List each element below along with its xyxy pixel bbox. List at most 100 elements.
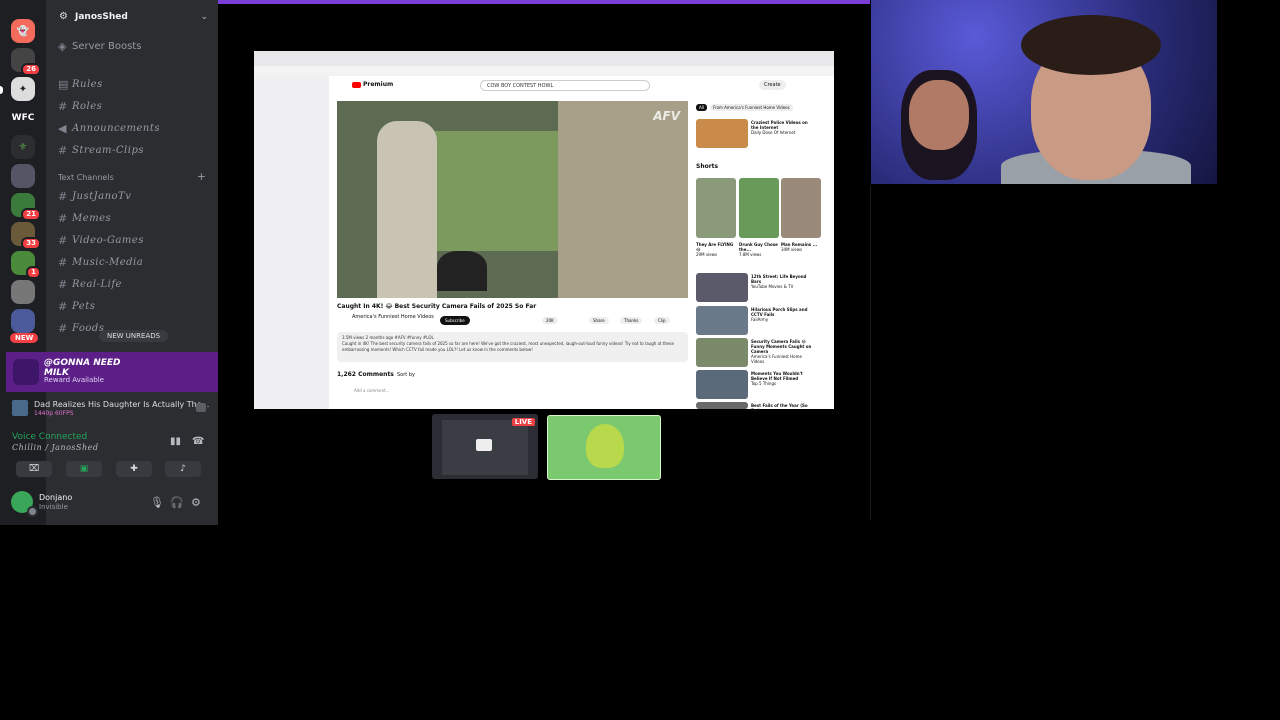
short-thumbnail[interactable] [739, 178, 779, 238]
subscribe-button[interactable]: Subscribe [440, 316, 470, 325]
rec-item[interactable]: Best Fails of the Year (So Far) [751, 403, 816, 413]
activities-button[interactable]: ✚ [116, 461, 152, 477]
channel-foods[interactable]: # Foods [58, 322, 104, 335]
video-watermark: AFV [653, 109, 680, 123]
rec-item[interactable]: Craziest Police Videos on the Internet Da… [751, 120, 816, 135]
participant-tile[interactable] [547, 415, 661, 480]
gear-icon[interactable]: ⚙ [191, 496, 201, 509]
video-player[interactable]: AFV [337, 101, 688, 298]
channel-video-games[interactable]: # Video-Games [58, 234, 144, 247]
rec-item[interactable]: Moments You Wouldn't Believe If Not Film… [751, 371, 816, 386]
voice-status[interactable]: Voice Connected Chillin / JanosShed [12, 432, 98, 452]
server-boosts[interactable]: ◈ Server Boosts [58, 40, 141, 53]
add-channel-icon[interactable]: + [197, 170, 206, 183]
sort-button[interactable]: Sort by [397, 372, 415, 378]
new-pill[interactable]: NEW [10, 333, 39, 343]
rec-thumbnail[interactable] [696, 402, 748, 409]
person-right-hair [1021, 15, 1161, 75]
hash-icon: # [58, 100, 68, 113]
camera-toggle-button[interactable]: ⌧ [16, 461, 52, 477]
channel-label: Real-Life [72, 279, 122, 290]
rec-item[interactable]: Security Camera Fails 😂 Funny Moments Ca… [751, 339, 816, 364]
rules-icon: ▤ [58, 78, 69, 91]
server-icon-janosshed[interactable]: ✦ [11, 77, 35, 101]
short-title[interactable]: Man Remains ... 34M views [781, 242, 821, 252]
like-button[interactable]: 20K [542, 317, 558, 324]
unread-badge: 1 [26, 266, 41, 279]
activity-panel[interactable]: Dad Realizes His Daughter Is Actually Th… [10, 397, 210, 421]
channel-label: Rules [72, 79, 103, 90]
share-button[interactable]: Share [589, 317, 609, 324]
video-description[interactable]: 3.5M views 2 months ago #AFV #funny #LOL… [337, 332, 688, 362]
hash-icon: # [58, 234, 68, 247]
video-title: Caught In 4K! 😂 Best Security Camera Fai… [337, 303, 537, 310]
headphones-icon[interactable]: 🎧 [170, 496, 184, 509]
rec-thumbnail[interactable] [696, 306, 748, 335]
chip-all[interactable]: All [696, 104, 707, 111]
channel-rules[interactable]: ▤ Rules [58, 78, 103, 91]
screen-share-button[interactable]: ▣ [66, 461, 102, 477]
channel-name[interactable]: America's Funniest Home Videos [352, 314, 434, 320]
rec-thumbnail[interactable] [696, 370, 748, 399]
channel-stream-clips[interactable]: # Stream-Clips [58, 144, 144, 157]
create-button[interactable]: Create [759, 80, 786, 90]
server-icon-ghost[interactable]: 👻 [11, 19, 35, 43]
rec-thumbnail[interactable] [696, 119, 748, 148]
channel-music-media[interactable]: # Music-Media [58, 256, 143, 269]
category-text-channels[interactable]: Text Channels [58, 173, 114, 182]
channel-label: Roles [72, 101, 103, 112]
rec-item[interactable]: Hilarious Porch Slips and CCTV Fails Fail… [751, 307, 816, 322]
channel-announcements[interactable]: ◀ Announcements [58, 122, 160, 135]
short-title[interactable]: They Are FLYING 😂 29M views [696, 242, 736, 257]
short-title[interactable]: Drunk Guy Chose the... 7.8M views [739, 242, 779, 257]
rec-thumbnail[interactable] [696, 338, 748, 367]
server-icon-6[interactable]: 21 [11, 193, 41, 221]
username: Donjano [39, 493, 73, 502]
channel-roles[interactable]: # Roles [58, 100, 102, 113]
hash-icon: # [58, 144, 68, 157]
short-thumbnail[interactable] [696, 178, 736, 238]
server-icon-9[interactable] [11, 280, 35, 304]
thanks-button[interactable]: Thanks [620, 317, 643, 324]
server-icon-10[interactable] [11, 309, 35, 333]
chip-from-channel[interactable]: From America's Funniest Home Videos [710, 104, 793, 111]
channel-justjanotv[interactable]: # JustJanoTv [58, 190, 131, 203]
boost-icon: ◈ [58, 40, 67, 53]
server-badge-icon: ⚙ [59, 11, 68, 22]
clip-button[interactable]: Clip [654, 317, 670, 324]
rec-item[interactable]: 12th Street: Life Beyond Bars YouTube Mov… [751, 274, 816, 289]
guild-name: JanosShed [75, 12, 128, 22]
search-input[interactable]: COW BOY CONTEST HOWL [480, 80, 650, 91]
short-thumbnail[interactable] [781, 178, 821, 238]
server-icon-5[interactable] [11, 164, 35, 188]
screen-share-icon[interactable] [196, 403, 206, 412]
reward-banner[interactable]: @GONNA NEED MILK Reward Available [6, 352, 218, 392]
soundboard-button[interactable]: ♪ [165, 461, 201, 477]
unread-badge: 26 [21, 63, 41, 76]
youtube-logo[interactable]: Premium [352, 81, 393, 88]
activities-icon: ✚ [130, 464, 138, 474]
reward-title: @GONNA NEED MILK [44, 358, 121, 378]
channel-memes[interactable]: # Memes [58, 212, 111, 225]
channel-real-life[interactable]: # Real-Life [58, 278, 122, 291]
server-icon-wfc[interactable]: WFC [11, 106, 35, 130]
server-icon-8[interactable]: 1 [11, 251, 41, 279]
screen-share-icon: ▣ [79, 464, 89, 474]
avatar [586, 424, 624, 468]
disconnect-icon[interactable]: ☎ [192, 436, 204, 447]
add-comment-input[interactable]: Add a comment... [354, 388, 390, 393]
guild-header[interactable]: ⚙ JanosShed ⌄ [46, 0, 218, 34]
presence-dot [27, 506, 38, 517]
rec-thumbnail[interactable] [696, 273, 748, 302]
channel-pets[interactable]: # Pets [58, 300, 95, 313]
stream-tile[interactable]: LIVE [432, 414, 538, 479]
description-text: Caught in 4K! The best security camera f… [342, 341, 674, 352]
browser-address-bar[interactable] [254, 66, 834, 76]
screen-share-view[interactable]: Premium COW BOY CONTEST HOWL Create AFV … [254, 51, 834, 413]
server-icon-2[interactable]: 26 [11, 48, 41, 76]
microphone-icon[interactable]: 🎙 [150, 496, 164, 509]
server-icon-4[interactable]: ⚜ [11, 135, 35, 159]
noise-suppression-icon[interactable]: ▮▮ [170, 436, 181, 447]
server-icon-7[interactable]: 33 [11, 222, 41, 250]
new-unreads-pill[interactable]: NEW UNREADS [99, 330, 169, 342]
